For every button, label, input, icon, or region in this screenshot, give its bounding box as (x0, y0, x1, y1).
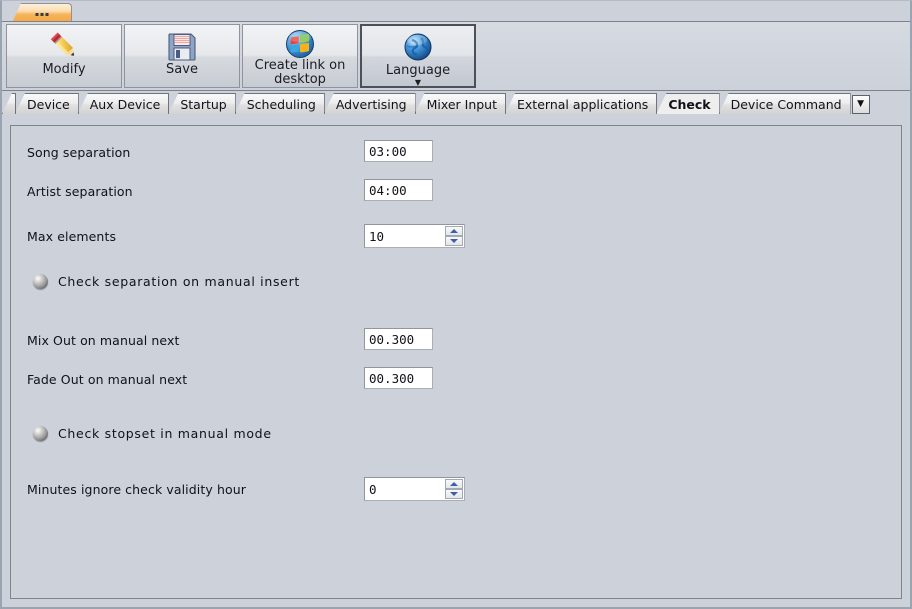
field-row-minutes-ignore: Minutes ignore check validity hour (27, 482, 246, 497)
song-separation-label: Song separation (27, 145, 131, 160)
tab-check[interactable]: Check (656, 93, 720, 114)
overflow-dots-tab[interactable] (12, 3, 72, 23)
application-window: Modify Save Create link on desktop Langu… (0, 0, 912, 609)
spinner-up-icon[interactable] (445, 479, 463, 489)
pencil-icon (47, 29, 81, 63)
floppy-disk-icon (167, 29, 197, 63)
spinner-down-icon[interactable] (445, 489, 463, 499)
tab-mixer-input[interactable]: Mixer Input (414, 93, 507, 114)
led-indicator-icon (33, 426, 48, 441)
minutes-ignore-check-validity-hour-spinner[interactable]: 0 (364, 477, 465, 501)
max-elements-spinner[interactable]: 10 (364, 224, 465, 248)
chevron-down-icon: ▼ (857, 99, 865, 109)
tab-device-command[interactable]: Device Command (718, 93, 851, 114)
field-row-artist-separation: Artist separation (27, 184, 133, 199)
create-link-on-desktop-button-label: Create link on desktop (254, 58, 346, 87)
artist-separation-label: Artist separation (27, 184, 133, 199)
tab-external-applications[interactable]: External applications (505, 93, 658, 114)
max-elements-spinner-buttons (445, 226, 463, 246)
tab-device[interactable]: Device (15, 93, 79, 114)
language-button-label: Language (385, 63, 451, 78)
check-settings-panel: Song separation 03:00 Artist separation … (10, 125, 902, 599)
field-row-mix-out: Mix Out on manual next (27, 333, 180, 348)
minutes-ignore-check-validity-hour-label: Minutes ignore check validity hour (27, 482, 246, 497)
minutes-ignore-value: 0 (369, 481, 377, 497)
chevron-down-icon[interactable]: ▼ (415, 79, 421, 87)
artist-separation-input[interactable]: 04:00 (364, 179, 433, 201)
tab-startup[interactable]: Startup (168, 93, 236, 114)
windows-logo-icon (285, 29, 315, 59)
overflow-dots-icon (35, 13, 49, 16)
spinner-down-icon[interactable] (445, 236, 463, 246)
window-top-strip (2, 1, 910, 23)
check-stopset-in-manual-mode-label: Check stopset in manual mode (58, 426, 272, 441)
minutes-ignore-spinner-buttons (445, 479, 463, 499)
modify-button[interactable]: Modify (6, 24, 122, 88)
globe-icon (403, 30, 433, 64)
tab-overflow-button[interactable]: ▼ (851, 95, 870, 114)
save-button-label: Save (166, 62, 198, 77)
language-button[interactable]: Language ▼ (360, 24, 476, 88)
toggle-check-separation-on-manual-insert[interactable]: Check separation on manual insert (33, 274, 300, 289)
tab-clipped-left[interactable] (2, 93, 16, 114)
modify-button-label: Modify (42, 62, 86, 77)
mix-out-on-manual-next-label: Mix Out on manual next (27, 333, 180, 348)
field-row-fade-out: Fade Out on manual next (27, 372, 187, 387)
save-button[interactable]: Save (124, 24, 240, 88)
field-row-song-separation: Song separation (27, 145, 130, 160)
field-row-max-elements: Max elements (27, 229, 116, 244)
tab-advertising[interactable]: Advertising (323, 93, 416, 114)
main-toolbar: Modify Save Create link on desktop Langu… (2, 21, 910, 91)
spinner-up-icon[interactable] (445, 226, 463, 236)
toggle-check-stopset-in-manual-mode[interactable]: Check stopset in manual mode (33, 426, 272, 441)
led-indicator-icon (33, 274, 48, 289)
tab-aux-device[interactable]: Aux Device (77, 93, 170, 114)
tab-scheduling[interactable]: Scheduling (234, 93, 325, 114)
check-separation-on-manual-insert-label: Check separation on manual insert (58, 274, 301, 289)
fade-out-on-manual-next-label: Fade Out on manual next (27, 372, 188, 387)
mix-out-on-manual-next-input[interactable]: 00.300 (364, 328, 433, 350)
settings-tabbar: Device Aux Device Startup Scheduling Adv… (2, 92, 910, 114)
max-elements-label: Max elements (27, 229, 117, 244)
song-separation-input[interactable]: 03:00 (364, 140, 433, 162)
fade-out-on-manual-next-input[interactable]: 00.300 (364, 367, 433, 389)
max-elements-value: 10 (369, 228, 385, 244)
create-link-on-desktop-button[interactable]: Create link on desktop (242, 24, 358, 88)
